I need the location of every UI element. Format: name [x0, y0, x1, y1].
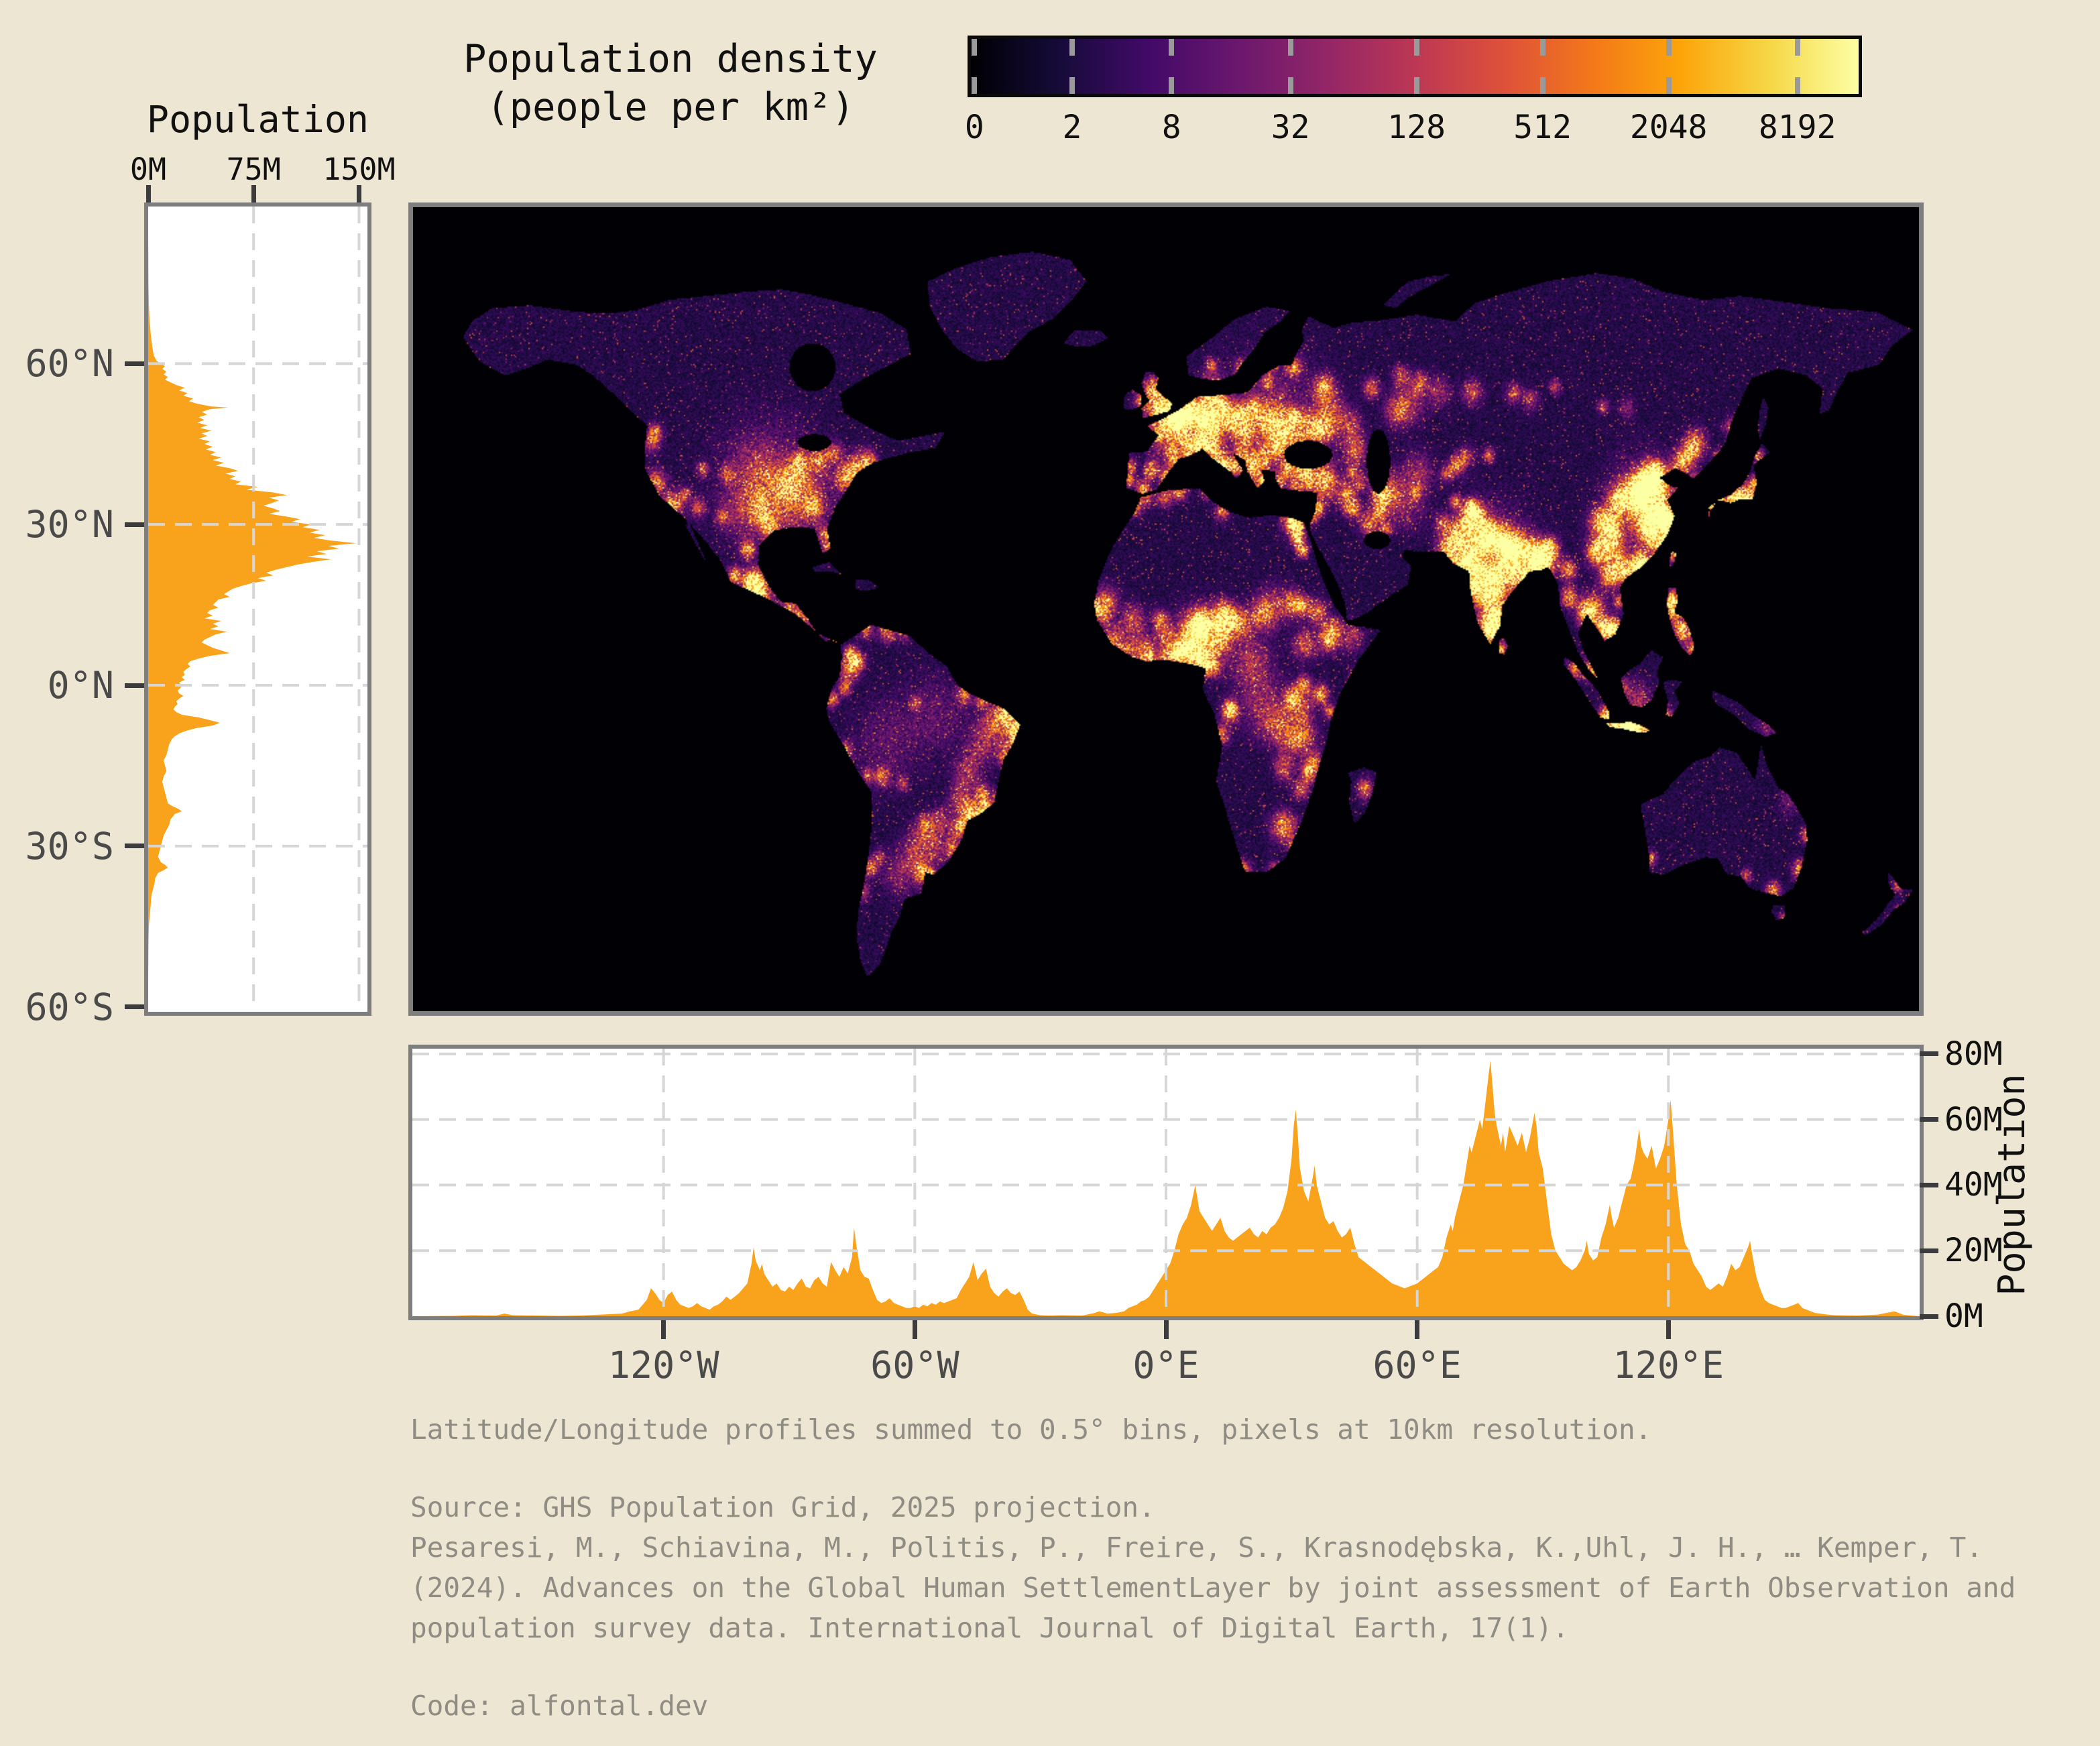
longitude-tick-label: 120°E: [1613, 1344, 1725, 1387]
colorbar-tick: [1795, 77, 1800, 94]
colorbar-tick: [972, 77, 977, 94]
colorbar-tick-label: 8192: [1759, 109, 1836, 146]
latitude-tick-label: 30°S: [13, 825, 114, 868]
colorbar-tick-label: 512: [1513, 109, 1572, 146]
longitude-tick: [661, 1320, 666, 1339]
population-tick: [1920, 1314, 1938, 1319]
colorbar-tick-label: 8: [1162, 109, 1181, 146]
colorbar-tick: [1069, 39, 1075, 56]
latitude-tick: [125, 522, 144, 527]
caption-code: Code: alfontal.dev: [410, 1690, 708, 1722]
lat-chart-top-tick: [146, 185, 151, 202]
latitude-chart-title: Population: [144, 98, 371, 141]
colorbar-title-line1: Population density: [463, 37, 878, 81]
lat-chart-top-tick: [251, 185, 256, 202]
colorbar-tick: [1169, 39, 1174, 56]
caption-note: Latitude/Longitude profiles summed to 0.…: [410, 1413, 1651, 1446]
caption-source-line: Pesaresi, M., Schiavina, M., Politis, P.…: [410, 1531, 1983, 1564]
colorbar-tick-label: 2: [1062, 109, 1082, 146]
latitude-profile-chart: [148, 207, 367, 1009]
longitude-tick-label: 60°W: [870, 1344, 959, 1387]
colorbar-tick-label: 2048: [1630, 109, 1708, 146]
longitude-tick-label: 60°E: [1373, 1344, 1461, 1387]
latitude-tick: [125, 1004, 144, 1009]
latitude-tick-label: 60°S: [13, 986, 114, 1029]
colorbar-tick-label: 128: [1387, 109, 1446, 146]
longitude-tick: [913, 1320, 917, 1339]
population-tick: [1920, 1183, 1938, 1187]
colorbar-tick: [1288, 77, 1293, 94]
colorbar-tick: [1414, 39, 1419, 56]
lat-chart-top-tick-label: 75M: [227, 152, 281, 187]
colorbar-tick: [1795, 39, 1800, 56]
colorbar-title: Population density(people per km²): [389, 35, 952, 131]
population-tick: [1920, 1117, 1938, 1122]
colorbar-tick-label: 0: [965, 109, 984, 146]
latitude-tick: [125, 843, 144, 848]
colorbar-tick: [1540, 39, 1545, 56]
colorbar-tick: [1666, 39, 1672, 56]
population-tick: [1920, 1248, 1938, 1253]
longitude-profile-chart: [412, 1049, 1920, 1316]
longitude-tick-label: 120°W: [608, 1344, 719, 1387]
colorbar-tick-label: 32: [1271, 109, 1310, 146]
longitude-chart-ylabel-text: Population: [1990, 1073, 2033, 1295]
longitude-tick: [1415, 1320, 1419, 1339]
colorbar-tick: [1169, 77, 1174, 94]
colorbar-title-line2: (people per km²): [486, 85, 854, 129]
lat-chart-top-tick-label: 0M: [130, 152, 166, 187]
longitude-tick: [1666, 1320, 1671, 1339]
colorbar-tick: [1666, 77, 1672, 94]
colorbar: [968, 36, 1862, 97]
longitude-tick-label: 0°E: [1132, 1344, 1199, 1387]
lat-chart-top-tick-label: 150M: [323, 152, 395, 187]
latitude-tick-label: 0°N: [13, 664, 114, 707]
population-tick-label: 0M: [1944, 1297, 1983, 1335]
latitude-tick: [125, 361, 144, 366]
colorbar-tick: [1540, 77, 1545, 94]
world-population-density-map: [413, 207, 1919, 1011]
latitude-tick-label: 30°N: [13, 503, 114, 546]
longitude-tick: [1164, 1320, 1169, 1339]
caption-source-line: Source: GHS Population Grid, 2025 projec…: [410, 1491, 1155, 1523]
population-tick: [1920, 1051, 1938, 1056]
latitude-tick-label: 60°N: [13, 342, 114, 385]
caption-source-line: (2024). Advances on the Global Human Set…: [410, 1572, 2016, 1604]
world-map-panel: [408, 202, 1924, 1016]
colorbar-tick: [1069, 77, 1075, 94]
colorbar-tick: [1414, 77, 1419, 94]
lat-chart-top-tick: [357, 185, 361, 202]
caption-source-line: population survey data. International Jo…: [410, 1612, 1569, 1644]
colorbar-tick: [972, 39, 977, 56]
latitude-tick: [125, 683, 144, 688]
population-density-figure: { "page": {"background": "#ECE6D3"}, "co…: [0, 0, 2100, 1746]
colorbar-tick: [1288, 39, 1293, 56]
population-tick-label: 80M: [1944, 1035, 2003, 1073]
